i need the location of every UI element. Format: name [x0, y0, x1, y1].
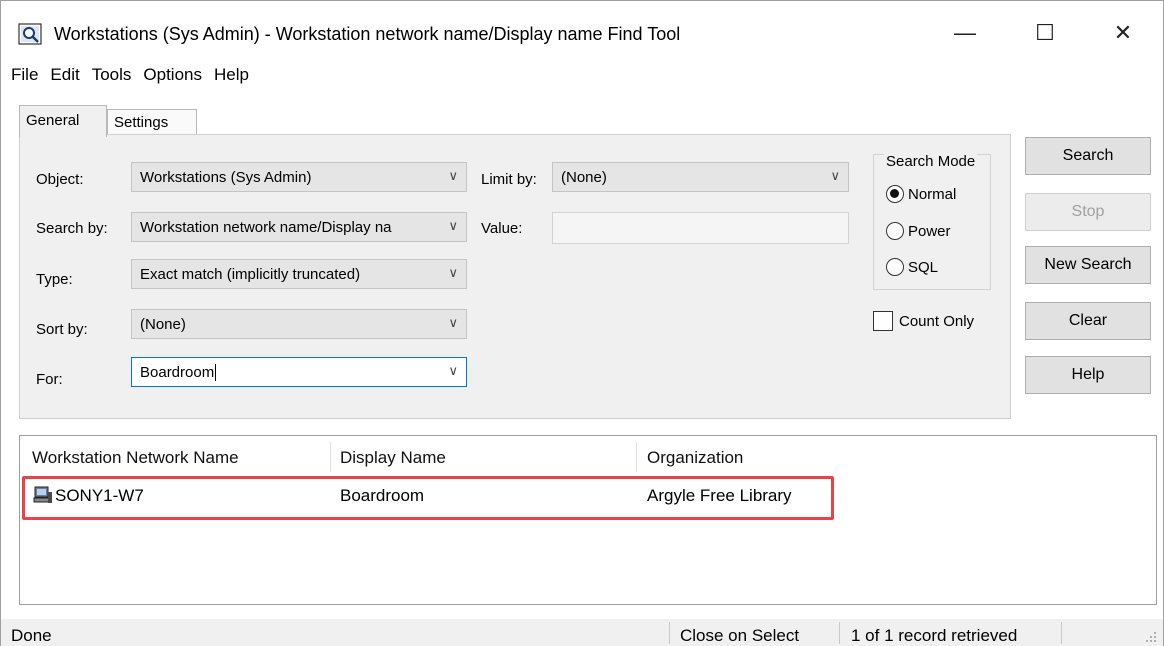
window-title: Workstations (Sys Admin) - Workstation n… — [54, 24, 681, 44]
count-only-checkbox[interactable]: Count Only — [873, 311, 974, 331]
search-mode-group: Search Mode Normal Power SQL — [873, 153, 991, 290]
workstation-icon — [33, 486, 52, 503]
status-divider — [839, 622, 840, 644]
radio-unselected-icon — [886, 258, 904, 276]
new-search-button[interactable]: New Search — [1025, 246, 1151, 284]
radio-unselected-icon — [886, 222, 904, 240]
maximize-icon[interactable]: ☐ — [1021, 15, 1069, 51]
value-input — [552, 212, 849, 244]
radio-sql[interactable]: SQL — [886, 258, 938, 276]
checkbox-icon — [873, 311, 893, 331]
object-value: Workstations (Sys Admin) — [140, 169, 312, 186]
sort-by-combo[interactable]: (None) ∨ — [131, 309, 467, 339]
status-divider — [1061, 622, 1062, 644]
tab-settings[interactable]: Settings — [107, 109, 197, 135]
menu-tools[interactable]: Tools — [86, 63, 138, 91]
type-combo[interactable]: Exact match (implicitly truncated) ∨ — [131, 259, 467, 289]
cell-network-name[interactable]: SONY1-W7 — [55, 486, 144, 506]
results-list: Workstation Network Name Display Name Or… — [19, 435, 1157, 605]
status-close-on-select: Close on Select — [680, 626, 800, 645]
object-label: Object: — [36, 171, 84, 188]
radio-power-label: Power — [908, 222, 951, 240]
column-divider — [330, 442, 331, 472]
menu-options[interactable]: Options — [137, 63, 208, 91]
sort-by-label: Sort by: — [36, 321, 88, 338]
search-button[interactable]: Search — [1025, 137, 1151, 175]
chevron-down-icon: ∨ — [448, 168, 458, 183]
radio-selected-icon — [886, 185, 904, 203]
chevron-down-icon: ∨ — [448, 315, 458, 330]
limit-by-combo[interactable]: (None) ∨ — [552, 162, 849, 192]
column-header-organization[interactable]: Organization — [647, 448, 743, 468]
help-button[interactable]: Help — [1025, 356, 1151, 394]
search-by-value: Workstation network name/Display na — [140, 219, 392, 236]
radio-sql-label: SQL — [908, 258, 939, 276]
type-label: Type: — [36, 271, 73, 288]
chevron-down-icon: ∨ — [448, 218, 458, 233]
general-panel: Object: Workstations (Sys Admin) ∨ Searc… — [19, 134, 1011, 419]
type-value: Exact match (implicitly truncated) — [140, 266, 361, 283]
title-bar: Workstations (Sys Admin) - Workstation n… — [1, 1, 1163, 61]
stop-button[interactable]: Stop — [1025, 193, 1151, 231]
menu-help[interactable]: Help — [208, 63, 255, 91]
column-header-display-name[interactable]: Display Name — [340, 448, 446, 468]
status-divider — [669, 622, 670, 644]
resize-grip-icon[interactable] — [1145, 631, 1157, 643]
tab-general[interactable]: General — [19, 105, 107, 137]
chevron-down-icon: ∨ — [830, 168, 840, 183]
search-by-label: Search by: — [36, 220, 108, 237]
cell-display-name[interactable]: Boardroom — [340, 486, 424, 506]
limit-by-value: (None) — [561, 169, 607, 186]
for-value[interactable]: Boardroom — [140, 364, 214, 381]
radio-power[interactable]: Power — [886, 222, 951, 240]
object-combo[interactable]: Workstations (Sys Admin) ∨ — [131, 162, 467, 192]
column-header-network-name[interactable]: Workstation Network Name — [32, 448, 239, 468]
cell-organization[interactable]: Argyle Free Library — [647, 486, 792, 506]
status-done: Done — [11, 626, 52, 645]
status-bar: Done Close on Select 1 of 1 record retri… — [1, 619, 1163, 646]
close-icon[interactable]: ✕ — [1099, 15, 1147, 51]
chevron-down-icon: ∨ — [448, 265, 458, 280]
clear-button[interactable]: Clear — [1025, 302, 1151, 340]
find-tool-icon — [18, 23, 42, 45]
minimize-icon[interactable]: — — [941, 15, 989, 51]
search-mode-title: Search Mode — [884, 153, 978, 170]
menu-bar: File Edit Tools Options Help — [1, 63, 255, 91]
for-label: For: — [36, 371, 63, 388]
search-by-combo[interactable]: Workstation network name/Display na ∨ — [131, 212, 467, 242]
sort-by-value: (None) — [140, 316, 186, 333]
radio-normal[interactable]: Normal — [886, 185, 956, 203]
status-records: 1 of 1 record retrieved — [851, 626, 1018, 645]
text-cursor — [215, 364, 217, 381]
menu-edit[interactable]: Edit — [44, 63, 85, 91]
count-only-label: Count Only — [899, 312, 975, 330]
for-combo[interactable]: Boardroom ∨ — [131, 357, 467, 387]
value-label: Value: — [481, 220, 523, 237]
chevron-down-icon: ∨ — [448, 363, 458, 378]
column-divider — [636, 442, 637, 472]
find-tool-window: Workstations (Sys Admin) - Workstation n… — [0, 0, 1164, 646]
limit-by-label: Limit by: — [481, 171, 537, 188]
radio-normal-label: Normal — [908, 185, 957, 203]
menu-file[interactable]: File — [1, 63, 44, 91]
